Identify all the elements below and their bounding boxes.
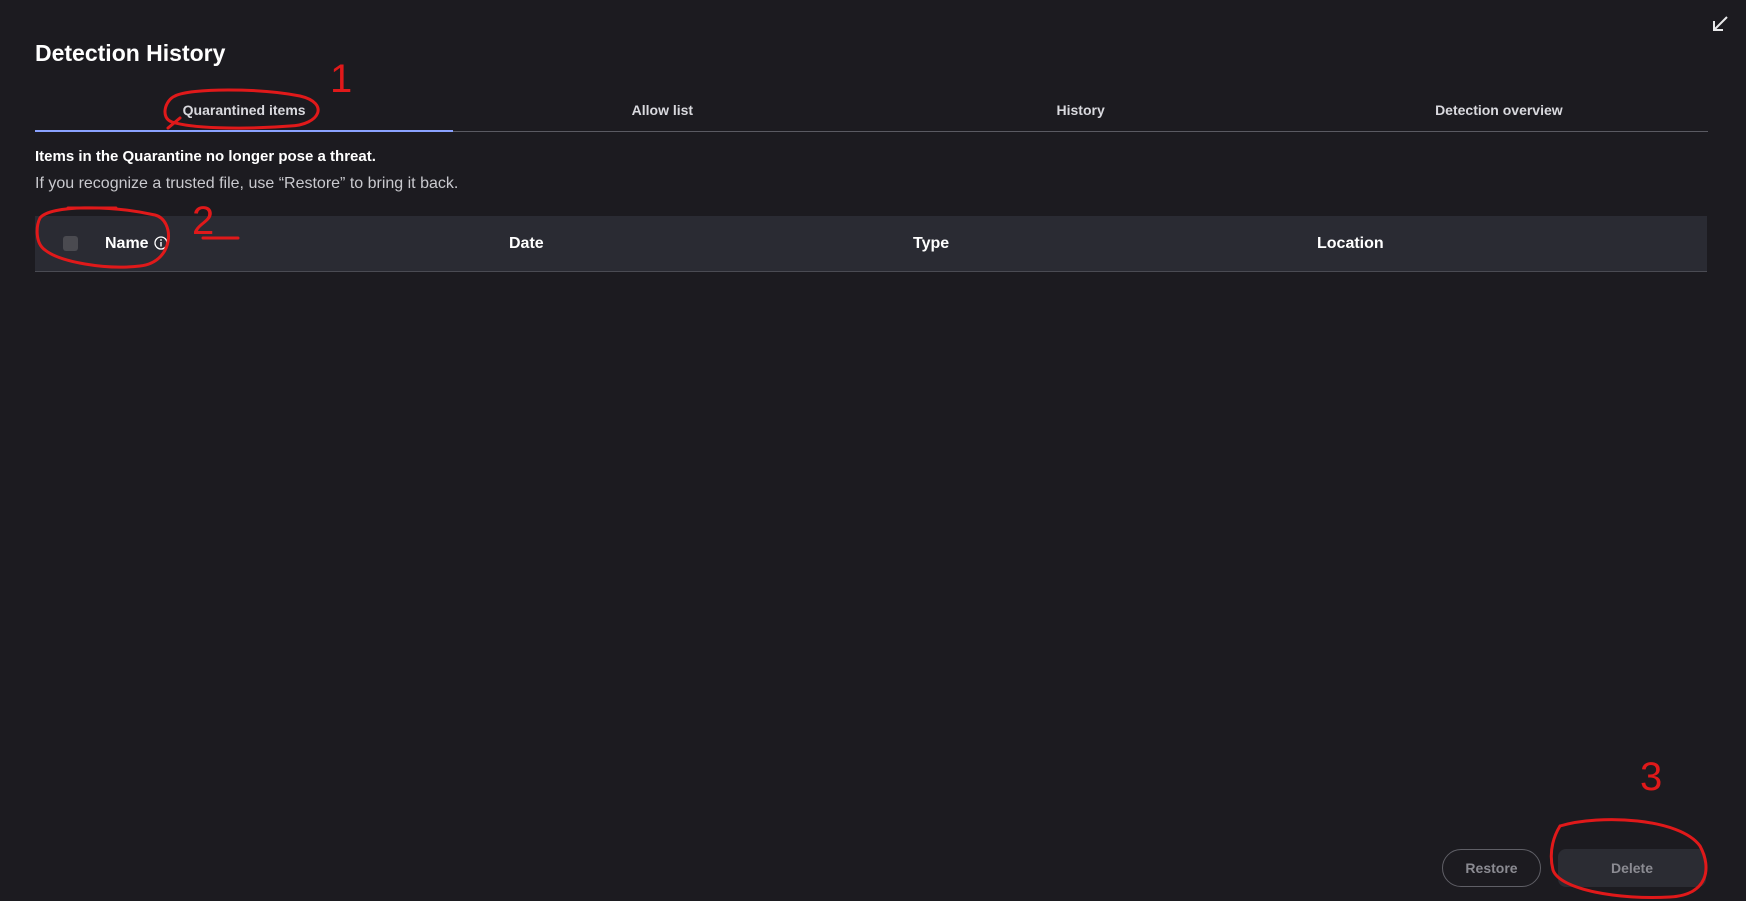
- collapse-arrow-icon: [1713, 16, 1728, 31]
- select-all-checkbox[interactable]: [63, 236, 78, 251]
- collapse-window-button[interactable]: [1710, 14, 1730, 34]
- column-date[interactable]: Date: [509, 216, 544, 271]
- tab-allow-list[interactable]: Allow list: [453, 96, 871, 131]
- tab-history[interactable]: History: [872, 96, 1290, 131]
- annotation-marker-3: 3: [1640, 755, 1662, 799]
- column-location[interactable]: Location: [1317, 216, 1384, 271]
- tab-detection-overview[interactable]: Detection overview: [1290, 96, 1708, 131]
- table-header: Name Date Type Location: [35, 216, 1707, 272]
- column-name-label: Name: [105, 235, 149, 252]
- tab-quarantined-items[interactable]: Quarantined items: [35, 96, 454, 132]
- restore-button[interactable]: Restore: [1442, 849, 1541, 887]
- quarantine-notice-text: If you recognize a trusted file, use “Re…: [35, 175, 459, 192]
- annotation-overlay: 1 2 3: [35, 57, 1708, 899]
- tab-bar: Quarantined items Allow list History Det…: [35, 96, 1708, 132]
- quarantine-notice-headline: Items in the Quarantine no longer pose a…: [35, 148, 376, 165]
- annotation-marker-1: 1: [330, 57, 352, 101]
- delete-button[interactable]: Delete: [1558, 849, 1706, 887]
- column-type[interactable]: Type: [913, 216, 949, 271]
- info-icon[interactable]: [153, 236, 168, 250]
- page-title: Detection History: [35, 40, 226, 66]
- column-name[interactable]: Name: [105, 216, 168, 271]
